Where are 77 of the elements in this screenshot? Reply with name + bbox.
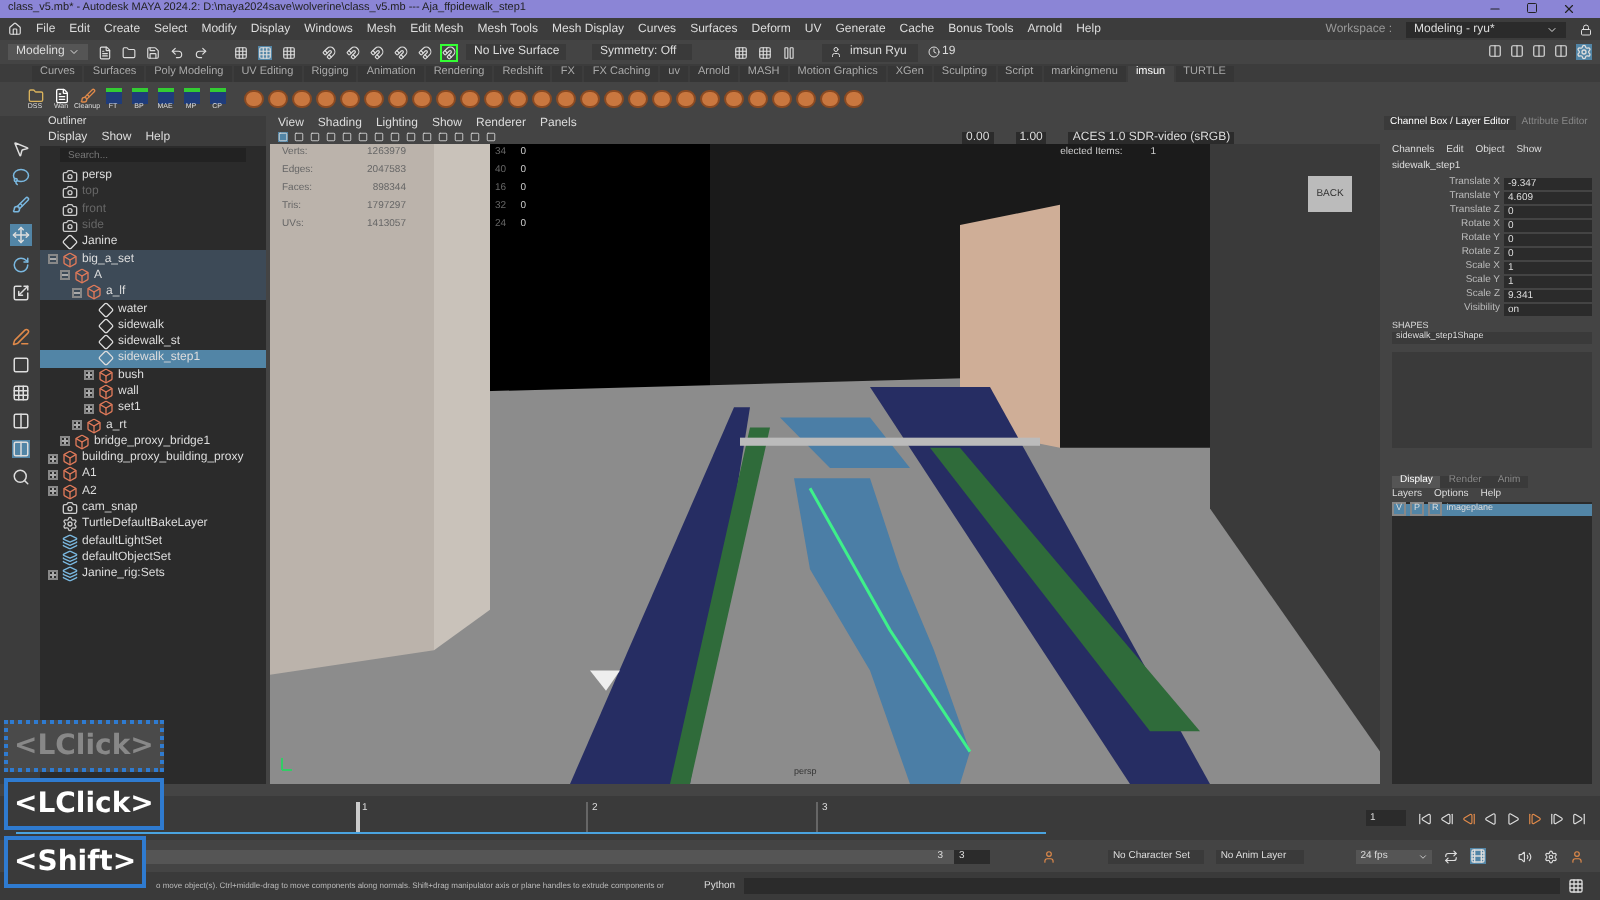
go-to-start-icon[interactable] bbox=[1418, 811, 1432, 825]
keypress-overlay: <LClick> bbox=[4, 720, 164, 772]
snap-icon[interactable] bbox=[346, 45, 360, 59]
character-icon[interactable] bbox=[1042, 849, 1057, 863]
panel-toggle-icon[interactable] bbox=[1488, 44, 1502, 58]
close-icon[interactable] bbox=[1562, 2, 1576, 16]
expand-toggle[interactable] bbox=[84, 403, 94, 414]
snap-icon[interactable] bbox=[418, 45, 432, 59]
lasso-tool-icon[interactable] bbox=[11, 168, 29, 186]
select-tool-icon[interactable] bbox=[11, 140, 29, 158]
render-icon[interactable] bbox=[758, 45, 772, 59]
caret-icon bbox=[68, 46, 80, 58]
clock-icon bbox=[928, 46, 940, 58]
camera-icon bbox=[62, 500, 78, 517]
rotate-tool-icon[interactable] bbox=[11, 256, 29, 274]
next-key-icon[interactable] bbox=[1528, 811, 1542, 825]
character-icon[interactable] bbox=[1570, 849, 1585, 863]
expand-toggle[interactable] bbox=[48, 469, 58, 480]
auto-key-icon[interactable] bbox=[1470, 848, 1487, 864]
expand-toggle[interactable] bbox=[48, 254, 58, 265]
panel-toggle-icon[interactable] bbox=[1532, 44, 1546, 58]
move-tool-icon[interactable] bbox=[9, 224, 31, 246]
gear-icon bbox=[62, 516, 78, 533]
caret-icon bbox=[1546, 23, 1558, 35]
paint-tool-icon[interactable] bbox=[11, 196, 29, 214]
select-mode-icon[interactable] bbox=[282, 45, 296, 59]
render-icon[interactable] bbox=[734, 45, 748, 59]
preferences-icon[interactable] bbox=[1544, 849, 1559, 863]
keypress-overlay: <Shift> bbox=[4, 836, 147, 888]
snap-icon[interactable] bbox=[370, 45, 384, 59]
prev-key-icon[interactable] bbox=[1462, 811, 1476, 825]
save-icon[interactable] bbox=[146, 45, 160, 59]
keypress-overlay: <LClick> bbox=[4, 778, 164, 830]
expand-toggle[interactable] bbox=[60, 270, 70, 281]
pause-icon[interactable] bbox=[782, 45, 796, 59]
loop-icon[interactable] bbox=[1444, 849, 1459, 863]
panel-toggle-icon[interactable] bbox=[1510, 44, 1524, 58]
snap-icon[interactable] bbox=[394, 45, 408, 59]
layout-icon[interactable] bbox=[11, 440, 29, 458]
folder-icon[interactable] bbox=[122, 45, 136, 59]
script-editor-icon[interactable] bbox=[1568, 878, 1584, 894]
expand-toggle[interactable] bbox=[48, 486, 58, 497]
layout-icon[interactable] bbox=[11, 412, 29, 430]
step-back-icon[interactable] bbox=[1440, 811, 1454, 825]
select-mode-icon[interactable] bbox=[234, 45, 248, 59]
expand-toggle[interactable] bbox=[84, 387, 94, 397]
scale-tool-icon[interactable] bbox=[11, 284, 29, 302]
panel-toggle-icon[interactable] bbox=[1554, 44, 1568, 58]
search-icon[interactable] bbox=[11, 468, 29, 486]
expand-toggle[interactable] bbox=[48, 453, 58, 464]
settings-icon[interactable] bbox=[1576, 44, 1592, 60]
user-icon bbox=[830, 46, 842, 58]
transform-icon bbox=[62, 234, 78, 251]
layout-icon[interactable] bbox=[11, 356, 29, 374]
lock-icon[interactable] bbox=[1580, 23, 1592, 35]
expand-toggle[interactable] bbox=[60, 436, 70, 447]
layout-icon[interactable] bbox=[11, 384, 29, 402]
play-backward-icon[interactable] bbox=[1484, 811, 1498, 825]
new-file-icon[interactable] bbox=[98, 45, 112, 59]
caret-icon bbox=[1418, 851, 1429, 861]
sound-icon[interactable] bbox=[1518, 849, 1533, 863]
select-mode-icon[interactable] bbox=[258, 45, 272, 59]
home-icon[interactable] bbox=[8, 22, 22, 36]
snap-icon[interactable] bbox=[442, 45, 456, 59]
expand-toggle[interactable] bbox=[48, 569, 58, 580]
snap-icon[interactable] bbox=[322, 45, 336, 59]
redo-icon[interactable] bbox=[194, 45, 208, 59]
axis-icon bbox=[278, 756, 294, 772]
maximize-icon[interactable] bbox=[1526, 2, 1538, 14]
play-icon[interactable] bbox=[1506, 811, 1520, 825]
undo-icon[interactable] bbox=[170, 45, 184, 59]
expand-toggle[interactable] bbox=[84, 370, 94, 381]
go-to-end-icon[interactable] bbox=[1572, 811, 1586, 825]
expand-toggle[interactable] bbox=[72, 420, 82, 431]
step-forward-icon[interactable] bbox=[1550, 811, 1564, 825]
expand-toggle[interactable] bbox=[72, 287, 82, 298]
pen-tool-icon[interactable] bbox=[11, 328, 29, 346]
